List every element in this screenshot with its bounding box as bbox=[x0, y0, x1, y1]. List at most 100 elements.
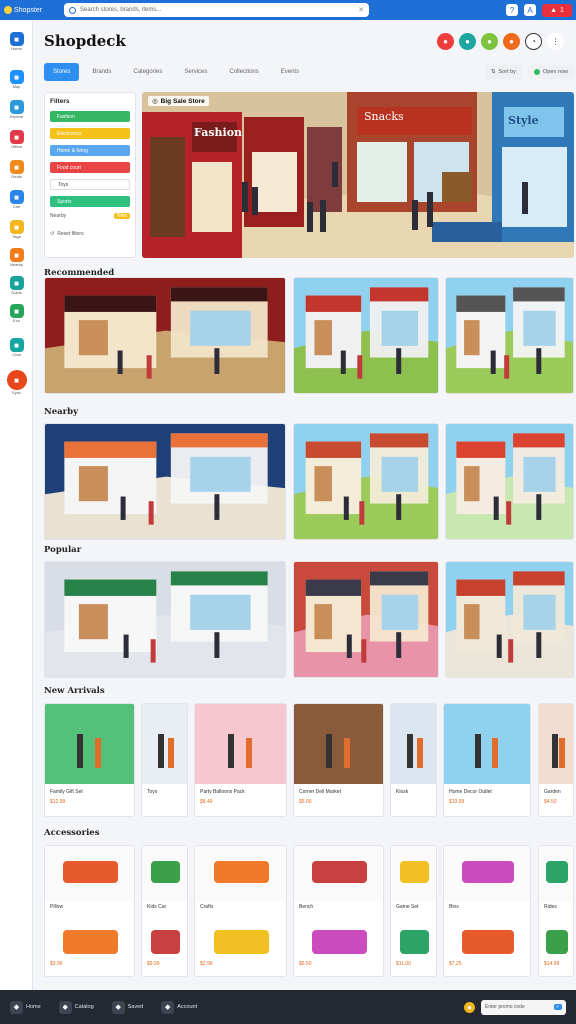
leaf-icon[interactable]: ● bbox=[481, 32, 498, 50]
rail-label: Eco bbox=[13, 318, 20, 323]
close-icon[interactable]: ✕ bbox=[358, 6, 364, 14]
product-card[interactable]: Party Balloons Pack $8.49 bbox=[194, 703, 287, 817]
notification-button[interactable]: ▲ 1 bbox=[542, 3, 572, 17]
rail-label: Explore bbox=[9, 114, 24, 119]
accessory-card[interactable]: Bins $7.25 bbox=[443, 845, 531, 977]
rail-item-deals[interactable]: ■ Deals bbox=[4, 160, 29, 179]
store-illustration bbox=[446, 278, 573, 393]
product-image bbox=[195, 704, 286, 784]
filter-chip[interactable]: Sports bbox=[50, 196, 130, 207]
product-card[interactable]: Family Gift Set $12.99 bbox=[44, 703, 135, 817]
product-price: $4.50 bbox=[544, 799, 557, 805]
tag-icon: ■ bbox=[9, 220, 24, 234]
filter-chip[interactable]: Toys bbox=[50, 179, 130, 190]
bottom-nav-catalog[interactable]: ◆ Catalog bbox=[58, 1000, 94, 1014]
product-card[interactable]: Garden $4.50 bbox=[538, 703, 574, 817]
product-title: Party Balloons Pack bbox=[200, 789, 245, 795]
product-image bbox=[142, 704, 187, 784]
check-icon[interactable]: ✓ bbox=[553, 1004, 562, 1010]
bottom-nav-home[interactable]: ◆ Home bbox=[10, 1000, 41, 1014]
bottom-nav-saved[interactable]: ◆ Saved bbox=[111, 1000, 143, 1014]
rail-item-home[interactable]: ■ Home bbox=[4, 32, 29, 51]
rail-item-explore[interactable]: ■ Explore bbox=[4, 100, 29, 119]
filter-chip[interactable]: Food court bbox=[50, 162, 130, 173]
cart-icon[interactable]: ● bbox=[437, 32, 454, 50]
store-card[interactable] bbox=[44, 277, 286, 394]
rail-item-cart[interactable]: ■ Cart bbox=[4, 190, 29, 209]
reset-filters-link[interactable]: ↺ Reset filters bbox=[50, 231, 130, 237]
open-now-toggle[interactable]: Open now bbox=[527, 65, 574, 79]
store-card[interactable] bbox=[44, 423, 286, 540]
rail-item-tags[interactable]: ■ Tags bbox=[4, 220, 29, 239]
sort-button[interactable]: ⇅ Sort by bbox=[484, 65, 522, 79]
store-card[interactable] bbox=[445, 423, 574, 540]
product-price: $8.49 bbox=[200, 799, 213, 805]
accessory-price: $6.50 bbox=[299, 961, 312, 967]
product-card[interactable]: Toys bbox=[141, 703, 188, 817]
accessory-card[interactable]: Pillow $3.99 bbox=[44, 845, 135, 977]
store-card[interactable] bbox=[293, 423, 439, 540]
product-image bbox=[391, 704, 436, 784]
refresh-icon: ■ bbox=[6, 370, 27, 390]
tab-services[interactable]: Services bbox=[175, 63, 217, 81]
pin-icon: ■ bbox=[9, 248, 24, 262]
rail-label: Nearby bbox=[10, 262, 23, 267]
rail-item-map[interactable]: ■ Map bbox=[4, 70, 29, 89]
product-card[interactable]: Home Decor Outlet $19.99 bbox=[443, 703, 531, 817]
help-icon[interactable]: ? bbox=[506, 4, 518, 16]
accessory-card[interactable]: Rides $14.99 bbox=[538, 845, 574, 977]
store-card[interactable] bbox=[445, 277, 574, 394]
store-illustration bbox=[446, 562, 573, 677]
store-illustration bbox=[45, 562, 285, 677]
accessory-card[interactable]: Crafts $2.99 bbox=[194, 845, 287, 977]
app-logo[interactable]: Shopster bbox=[4, 6, 58, 14]
tab-brands[interactable]: Brands bbox=[83, 63, 121, 81]
tab-bar: Stores Brands Categories Services Collection… bbox=[44, 62, 574, 82]
compass-icon: ■ bbox=[9, 276, 24, 290]
filter-chip[interactable]: Electronics bbox=[50, 128, 130, 139]
rail-item-offers[interactable]: ■ Offers bbox=[4, 130, 29, 149]
rail-label: Chat bbox=[12, 352, 21, 357]
tab-events[interactable]: Events bbox=[271, 63, 309, 81]
rail-item-nearby[interactable]: ■ Nearby bbox=[4, 248, 29, 267]
store-card[interactable] bbox=[44, 561, 286, 678]
accessory-card[interactable]: Game Set $11.00 bbox=[390, 845, 437, 977]
store-card[interactable] bbox=[293, 561, 439, 678]
rail-item-sync[interactable]: ■ Sync bbox=[4, 370, 29, 395]
store-card[interactable] bbox=[445, 561, 574, 678]
rail-label: Offers bbox=[11, 144, 22, 149]
promo-code-input[interactable]: Enter promo code ✓ bbox=[481, 999, 566, 1015]
hero-banner[interactable]: ◎ Big Sale Store Fashion Snacks Style bbox=[142, 92, 574, 258]
user-icon[interactable]: A bbox=[524, 4, 536, 16]
rail-item-chat[interactable]: ■ Chat bbox=[4, 338, 29, 357]
accessory-title: Rides bbox=[544, 904, 557, 910]
tab-collections[interactable]: Collections bbox=[220, 63, 268, 81]
rail-item-guide[interactable]: ■ Guide bbox=[4, 276, 29, 295]
chat-icon[interactable]: ● bbox=[459, 32, 476, 50]
product-card[interactable]: Kiosk bbox=[390, 703, 437, 817]
more-icon[interactable]: ⋮ bbox=[547, 32, 564, 50]
accessory-title: Pillow bbox=[50, 904, 64, 910]
gift-icon[interactable]: ● bbox=[503, 32, 520, 50]
store-card[interactable] bbox=[293, 277, 439, 394]
accessory-card[interactable]: Bench $6.50 bbox=[293, 845, 384, 977]
settings-icon[interactable]: ◔ bbox=[525, 32, 542, 50]
product-card[interactable]: Corner Deli Market $5.00 bbox=[293, 703, 384, 817]
rail-item-eco[interactable]: ■ Eco bbox=[4, 304, 29, 323]
open-now-label: Open now bbox=[542, 69, 568, 75]
search-icon bbox=[69, 6, 76, 14]
product-price: $12.99 bbox=[50, 799, 66, 805]
user-icon: ◆ bbox=[161, 1000, 175, 1014]
filter-chip[interactable]: Home & living bbox=[50, 145, 130, 156]
accessory-card[interactable]: Kids Car $9.99 bbox=[141, 845, 188, 977]
globe-icon: ■ bbox=[9, 100, 24, 114]
search-input[interactable]: Search stores, brands, items... ✕ bbox=[64, 3, 369, 17]
nearby-row[interactable]: Nearby New bbox=[50, 213, 130, 219]
product-title: Corner Deli Market bbox=[299, 789, 341, 795]
product-price: $19.99 bbox=[449, 799, 465, 805]
tab-categories[interactable]: Categories bbox=[124, 63, 172, 81]
product-price: $5.00 bbox=[299, 799, 312, 805]
tab-stores[interactable]: Stores bbox=[44, 63, 80, 81]
filter-chip[interactable]: Fashion bbox=[50, 111, 130, 122]
bottom-nav-account[interactable]: ◆ Account bbox=[161, 1000, 197, 1014]
